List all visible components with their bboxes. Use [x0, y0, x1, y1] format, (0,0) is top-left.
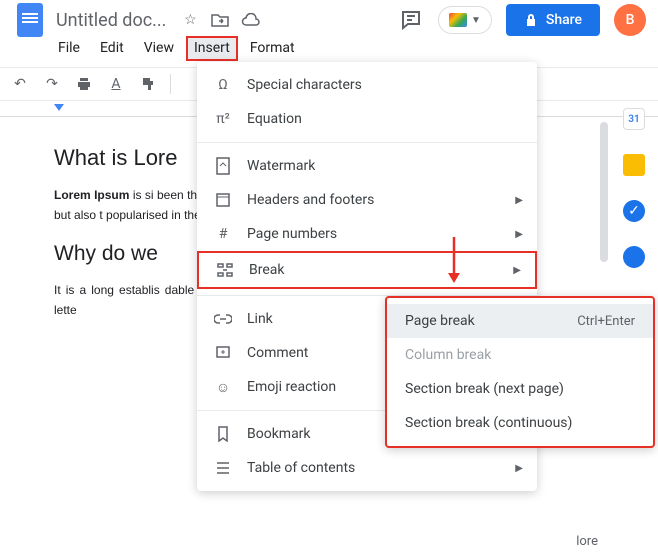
omega-icon: Ω — [213, 75, 233, 95]
menu-item-headers-footers[interactable]: Headers and footers ▶ — [197, 183, 537, 217]
link-icon — [213, 309, 233, 329]
menu-item-special-characters[interactable]: Ω Special characters — [197, 68, 537, 102]
bookmark-icon — [213, 424, 233, 444]
docs-logo[interactable] — [12, 2, 48, 38]
paint-format-icon[interactable] — [138, 74, 158, 94]
menu-view[interactable]: View — [136, 36, 182, 61]
break-submenu: Page break Ctrl+Enter Column break Secti… — [385, 296, 655, 448]
chevron-right-icon: ▶ — [515, 463, 523, 474]
pi-icon: π² — [213, 109, 233, 129]
menu-edit[interactable]: Edit — [92, 36, 132, 61]
annotation-arrow — [445, 235, 463, 285]
star-icon[interactable]: ☆ — [180, 10, 200, 30]
print-icon[interactable] — [74, 74, 94, 94]
menu-file[interactable]: File — [50, 36, 88, 61]
account-avatar[interactable]: B — [614, 4, 646, 36]
cloud-status-icon[interactable] — [240, 10, 260, 30]
tasks-icon[interactable]: ✓ — [623, 200, 645, 222]
meet-button[interactable]: ▼ — [438, 6, 492, 34]
share-label: Share — [546, 12, 582, 28]
hash-icon: # — [213, 224, 233, 244]
toc-icon — [213, 458, 233, 478]
comment-history-icon[interactable] — [398, 7, 424, 33]
menu-format[interactable]: Format — [242, 36, 303, 61]
shortcut-label: Ctrl+Enter — [577, 314, 635, 329]
submenu-column-break: Column break — [387, 338, 653, 372]
chevron-right-icon: ▶ — [515, 229, 523, 240]
comment-icon — [213, 343, 233, 363]
spellcheck-icon[interactable]: A — [106, 74, 126, 94]
document-title[interactable]: Untitled doc... — [56, 10, 166, 31]
lock-icon — [524, 13, 538, 27]
undo-icon[interactable]: ↶ — [10, 74, 30, 94]
emoji-icon: ☺ — [213, 377, 233, 397]
submenu-section-continuous[interactable]: Section break (continuous) — [387, 406, 653, 440]
submenu-section-next-page[interactable]: Section break (next page) — [387, 372, 653, 406]
break-icon — [215, 260, 235, 280]
contacts-icon[interactable] — [623, 246, 645, 268]
explore-button[interactable]: lore — [576, 534, 598, 549]
menu-item-page-numbers[interactable]: # Page numbers ▶ — [197, 217, 537, 251]
menu-item-watermark[interactable]: Watermark — [197, 149, 537, 183]
menu-insert[interactable]: Insert — [186, 36, 238, 61]
submenu-page-break[interactable]: Page break Ctrl+Enter — [387, 304, 653, 338]
side-panel: 31 ✓ — [616, 108, 652, 268]
calendar-icon[interactable]: 31 — [623, 108, 645, 130]
menu-item-table-of-contents[interactable]: Table of contents ▶ — [197, 451, 537, 485]
move-icon[interactable] — [210, 10, 230, 30]
share-button[interactable]: Share — [506, 4, 600, 36]
keep-icon[interactable] — [623, 154, 645, 176]
watermark-icon — [213, 156, 233, 176]
headers-icon — [213, 190, 233, 210]
chevron-right-icon: ▶ — [515, 195, 523, 206]
menu-item-equation[interactable]: π² Equation — [197, 102, 537, 136]
menu-item-break[interactable]: Break ▶ — [197, 251, 537, 289]
scroll-thumb[interactable] — [600, 122, 608, 262]
redo-icon[interactable]: ↷ — [42, 74, 62, 94]
chevron-right-icon: ▶ — [513, 265, 521, 276]
